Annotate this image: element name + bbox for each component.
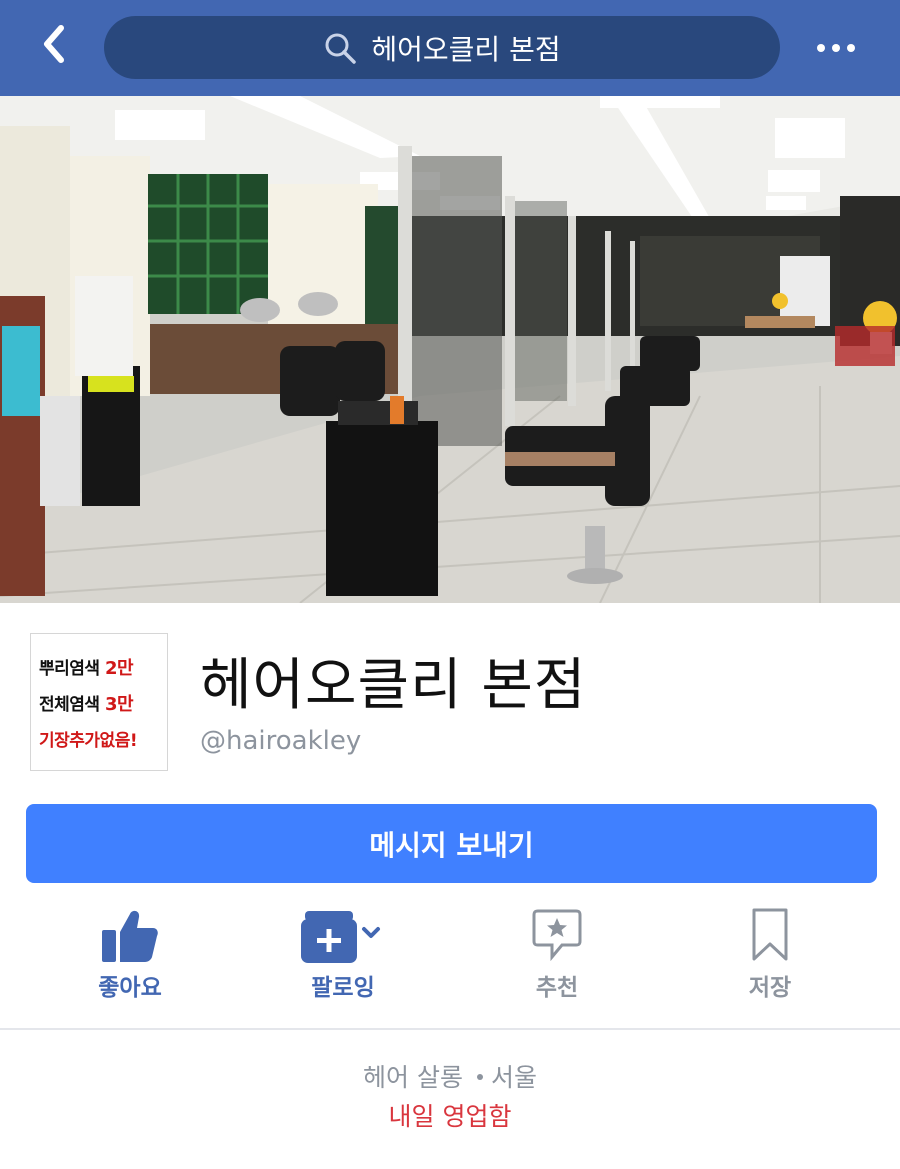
- category-text[interactable]: 헤어 살롱: [363, 1063, 463, 1092]
- location-text[interactable]: 서울: [491, 1063, 537, 1092]
- recommend-button[interactable]: 추천: [482, 906, 632, 1006]
- more-dots-icon: [817, 44, 855, 52]
- save-button[interactable]: 저장: [695, 906, 845, 1006]
- recommend-icon: [532, 906, 582, 964]
- profile-avatar[interactable]: 뿌리염색 2만 전체염색 3만 기장추가없음!: [30, 633, 168, 771]
- page-username: @hairoakley: [200, 726, 362, 756]
- recommend-label: 추천: [535, 975, 579, 1001]
- section-divider: [0, 1028, 900, 1030]
- search-icon: [323, 31, 357, 65]
- bookmark-icon: [751, 906, 789, 964]
- separator-dot: [476, 1073, 483, 1080]
- back-button[interactable]: [30, 22, 78, 70]
- save-label: 저장: [748, 975, 792, 1001]
- hours-status[interactable]: 내일 영업함: [0, 1097, 900, 1133]
- avatar-text-line-1: 뿌리염색 2만: [39, 657, 134, 679]
- back-chevron-icon: [39, 24, 69, 68]
- like-label: 좋아요: [98, 975, 162, 1001]
- send-message-button[interactable]: 메시지 보내기: [26, 804, 877, 883]
- like-button[interactable]: 좋아요: [55, 906, 205, 1006]
- following-label: 팔로잉: [311, 975, 375, 1001]
- more-options-button[interactable]: [808, 28, 864, 68]
- following-button[interactable]: 팔로잉: [268, 906, 418, 1006]
- top-navigation-bar: 헤어오클리 본점: [0, 0, 900, 96]
- avatar-text-line-3: 기장추가없음!: [39, 730, 138, 751]
- category-location-line: 헤어 살롱 서울: [0, 1058, 900, 1094]
- page-title: 헤어오클리 본점: [200, 653, 587, 718]
- salon-interior-photo: [0, 96, 900, 603]
- following-icon: [301, 906, 385, 964]
- search-text: 헤어오클리 본점: [371, 32, 561, 66]
- cover-photo[interactable]: [0, 96, 900, 603]
- search-bar[interactable]: 헤어오클리 본점: [104, 16, 780, 79]
- avatar-text-line-2: 전체염색 3만: [39, 693, 134, 715]
- thumbs-up-icon: [102, 906, 158, 964]
